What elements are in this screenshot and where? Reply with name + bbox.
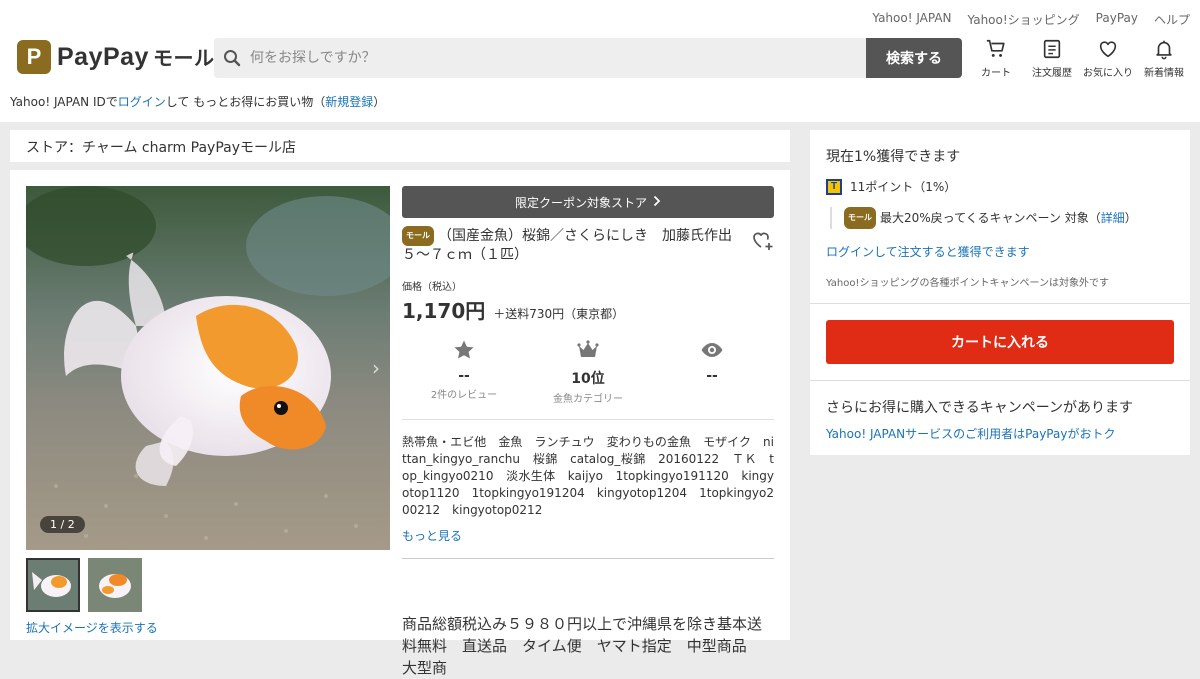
campaign-end: ） [1124, 211, 1137, 225]
utility-links: Yahoo! JAPAN Yahoo!ショッピング PayPay ヘルプ [872, 11, 1190, 28]
coupon-label: 限定クーポン対象ストア [514, 195, 647, 210]
tpoint-value: 11ポイント（1%） [850, 180, 957, 194]
purchase-panel: 現在1%獲得できます T 11ポイント（1%） モール 最大20%戻ってくるキャン… [810, 130, 1190, 455]
logo-brand: PayPay [57, 43, 149, 71]
search-box [214, 38, 866, 78]
util-link-paypay[interactable]: PayPay [1096, 11, 1138, 28]
coupon-store-button[interactable]: 限定クーポン対象ストア [402, 186, 774, 218]
paypay-mall-badge: モール [844, 207, 876, 229]
campaign-text: 最大20%戻ってくるキャンペーン 対象（ [880, 211, 1101, 225]
order-history-icon [1043, 39, 1061, 59]
paypay-benefit-link[interactable]: Yahoo! JAPANサービスのご利用者はPayPayがおトク [826, 425, 1174, 442]
favorites-icon [1099, 41, 1117, 58]
price-label: 価格（税込） [402, 282, 462, 293]
product-title: モール （国産金魚）桜錦／さくらにしき 加藤氏作出 ５〜７ｃｍ（１匹） [402, 226, 746, 264]
campaign-heading: さらにお得に購入できるキャンペーンがあります [826, 400, 1134, 416]
product-title-row: モール （国産金魚）桜錦／さくらにしき 加藤氏作出 ５〜７ｃｍ（１匹） [402, 226, 774, 264]
product-tags: 熱帯魚・エビ他 金魚 ランチュウ 変わりもの金魚 モザイク nittan_kin… [402, 435, 774, 517]
thumbnail-1[interactable] [26, 558, 80, 612]
divider [810, 303, 1190, 304]
points-note: Yahoo!ショッピングの各種ポイントキャンペーンは対象外です [826, 278, 1109, 289]
price-row: 1,170円 ＋送料730円（東京都） [402, 295, 774, 324]
star-icon [454, 340, 474, 359]
order-history-label: 注文履歴 [1032, 68, 1072, 79]
shipping-fee: ＋送料730円（東京都） [493, 307, 625, 321]
chevron-right-icon [653, 195, 661, 210]
paypay-mall-logo[interactable]: P PayPay モール [17, 40, 214, 74]
search-input[interactable] [250, 50, 850, 66]
product-description: 商品総額税込み５９８０円以上で沖縄県を除き基本送料無料 直送品 タイム便 ヤマト… [402, 615, 763, 677]
thumbnail-2[interactable] [88, 558, 142, 612]
notifications-label: 新着情報 [1144, 68, 1184, 79]
paypay-logo-icon: P [17, 40, 51, 74]
campaign-details-link[interactable]: 詳細 [1101, 211, 1125, 225]
header-icons: カート 注文履歴 お気に入り 新着情報 [968, 38, 1192, 79]
product-title-text: （国産金魚）桜錦／さくらにしき 加藤氏作出 ５〜７ｃｍ（１匹） [402, 228, 746, 263]
points-section: 現在1%獲得できます T 11ポイント（1%） モール 最大20%戻ってくるキャン… [810, 130, 1190, 289]
login-prefix: Yahoo! JAPAN IDで [10, 95, 118, 109]
views-value: -- [706, 368, 718, 384]
store-bar: ストア：チャーム charm PayPayモール店 [10, 130, 790, 162]
reviews-stat[interactable]: -- 2件のレビュー [402, 338, 526, 405]
ranking-sub: 金魚カテゴリー [553, 394, 623, 405]
goldfish-photo [26, 186, 390, 550]
price-value: 1,170円 [402, 299, 486, 323]
login-prompt: Yahoo! JAPAN IDでログインして もっとお得にお買い物（新規登録） [10, 93, 385, 110]
util-link-help[interactable]: ヘルプ [1154, 11, 1190, 28]
views-stat: -- [650, 338, 774, 405]
login-to-earn-link[interactable]: ログインして注文すると獲得できます [826, 243, 1174, 260]
add-favorite-heart-icon[interactable] [750, 228, 774, 252]
logo-text: PayPay モール [57, 42, 214, 72]
campaign-row: モール 最大20%戻ってくるキャンペーン 対象（詳細） [830, 207, 1174, 229]
product-info: 限定クーポン対象ストア モール （国産金魚）桜錦／さくらにしき 加藤氏作出 ５〜７… [402, 186, 774, 679]
bell-icon [1156, 40, 1172, 60]
util-link-yahoo-shopping[interactable]: Yahoo!ショッピング [968, 11, 1080, 28]
show-more-link[interactable]: もっと見る [402, 527, 462, 544]
header-cart-button[interactable]: カート [968, 38, 1024, 79]
ranking-stat[interactable]: 10位 金魚カテゴリー [526, 338, 650, 405]
login-link[interactable]: ログイン [118, 95, 166, 109]
favorites-label: お気に入り [1083, 68, 1133, 79]
logo-mall: モール [152, 48, 215, 70]
divider [402, 558, 774, 559]
paypay-mall-badge: モール [402, 226, 434, 246]
product-main-image[interactable]: 1 / 2 › [26, 186, 390, 550]
header-order-history-button[interactable]: 注文履歴 [1024, 38, 1080, 79]
login-middle: して もっとお得にお買い物（ [165, 95, 326, 109]
reviews-sub: 2件のレビュー [430, 390, 498, 401]
divider [402, 419, 774, 420]
product-stats: -- 2件のレビュー 10位 金魚カテゴリー -- [402, 338, 774, 405]
thumbnail-strip [26, 558, 142, 612]
eye-icon [701, 343, 723, 357]
crown-icon [577, 340, 599, 357]
search-icon [214, 49, 250, 67]
store-name-link[interactable]: ストア：チャーム charm PayPayモール店 [26, 140, 296, 156]
add-to-cart-button[interactable]: カートに入れる [826, 320, 1174, 364]
register-link[interactable]: 新規登録 [325, 95, 373, 109]
campaign-section: さらにお得に購入できるキャンペーンがあります Yahoo! JAPANサービスの… [810, 381, 1190, 458]
next-image-chevron-icon[interactable]: › [372, 356, 380, 380]
points-heading: 現在1%獲得できます [826, 149, 961, 165]
tpoint-icon: T [826, 178, 842, 195]
reviews-value: -- [458, 368, 470, 384]
ranking-value: 10位 [571, 371, 605, 387]
tpoint-row: T 11ポイント（1%） [826, 178, 1174, 195]
product-panel: 1 / 2 › 拡大イメージを表示する 限定クーポン対象ストア モール （国産金魚… [10, 170, 790, 677]
cart-icon [986, 39, 1005, 57]
header: Yahoo! JAPAN Yahoo!ショッピング PayPay ヘルプ P P… [0, 0, 1200, 122]
cart-label: カート [981, 68, 1011, 79]
search-button[interactable]: 検索する [866, 38, 962, 78]
util-link-yahoo-japan[interactable]: Yahoo! JAPAN [872, 11, 951, 28]
image-counter: 1 / 2 [40, 516, 85, 533]
login-suffix: ） [373, 95, 386, 109]
header-notifications-button[interactable]: 新着情報 [1136, 38, 1192, 79]
header-favorites-button[interactable]: お気に入り [1080, 38, 1136, 79]
zoom-image-link[interactable]: 拡大イメージを表示する [26, 619, 158, 636]
